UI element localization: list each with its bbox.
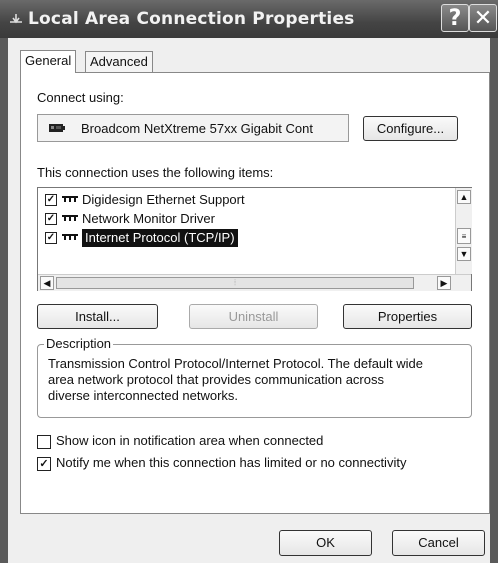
item-label: Network Monitor Driver: [82, 211, 215, 226]
items-label: This connection uses the following items…: [37, 165, 274, 180]
adapter-field: Broadcom NetXtreme 57xx Gigabit Cont: [37, 114, 349, 142]
description-group: Description Transmission Control Protoco…: [37, 336, 472, 418]
items-list[interactable]: ✓ Digidesign Ethernet Support ✓ Network …: [37, 187, 472, 291]
install-button[interactable]: Install...: [37, 304, 158, 329]
general-panel: Connect using: Broadcom NetXtreme 57xx G…: [20, 72, 490, 514]
cancel-label: Cancel: [418, 535, 459, 550]
dialog-window: Local Area Connection Properties ? ✕ Gen…: [0, 0, 498, 563]
scroll-up-icon[interactable]: ▲: [457, 190, 471, 204]
network-protocol-icon: [62, 196, 78, 202]
properties-label: Properties: [377, 309, 438, 324]
properties-button[interactable]: Properties: [343, 304, 472, 329]
adapter-name: Broadcom NetXtreme 57xx Gigabit Cont: [81, 121, 313, 136]
item-checkbox[interactable]: ✓: [45, 213, 57, 225]
close-icon: ✕: [473, 6, 493, 31]
configure-label: Configure...: [376, 121, 445, 136]
help-icon: ?: [448, 6, 462, 31]
dialog-client: General Advanced Connect using: Broadcom…: [8, 38, 490, 563]
configure-button[interactable]: Configure...: [363, 116, 458, 141]
show-icon-option[interactable]: Show icon in notification area when conn…: [37, 433, 467, 451]
cancel-button[interactable]: Cancel: [392, 530, 485, 556]
tab-advanced[interactable]: Advanced: [85, 51, 153, 72]
title-bar[interactable]: Local Area Connection Properties ? ✕: [0, 0, 498, 38]
horizontal-scroll-thumb[interactable]: ⦙: [56, 277, 414, 289]
show-icon-label: Show icon in notification area when conn…: [56, 433, 324, 448]
network-icon: [10, 14, 22, 24]
scroll-right-icon[interactable]: ▶: [437, 276, 451, 290]
notify-option[interactable]: ✓ Notify me when this connection has lim…: [37, 455, 467, 473]
description-legend: Description: [44, 336, 114, 351]
notify-label: Notify me when this connection has limit…: [56, 455, 407, 470]
item-checkbox[interactable]: ✓: [45, 232, 57, 244]
close-button[interactable]: ✕: [469, 4, 497, 32]
description-line: area network protocol that provides comm…: [48, 372, 384, 387]
description-text: Transmission Control Protocol/Internet P…: [48, 356, 423, 404]
ok-label: OK: [316, 535, 335, 550]
scroll-left-icon[interactable]: ◀: [40, 276, 54, 290]
connect-using-label: Connect using:: [37, 90, 124, 105]
help-button[interactable]: ?: [441, 4, 469, 32]
item-label-selected: Internet Protocol (TCP/IP): [82, 229, 238, 247]
description-line: Transmission Control Protocol/Internet P…: [48, 356, 424, 371]
scroll-thumb[interactable]: ≡: [457, 228, 471, 244]
tab-general[interactable]: General: [20, 50, 77, 73]
ok-button[interactable]: OK: [279, 530, 372, 556]
item-label: Digidesign Ethernet Support: [82, 192, 245, 207]
install-label: Install...: [75, 309, 120, 324]
notify-checkbox[interactable]: ✓: [37, 457, 51, 471]
vertical-scrollbar[interactable]: ▲ ≡ ▼: [455, 188, 472, 274]
uninstall-button[interactable]: Uninstall: [189, 304, 318, 329]
network-protocol-icon: [62, 234, 78, 240]
description-line: diverse interconnected networks.: [48, 388, 239, 403]
network-card-icon: [49, 124, 65, 132]
list-item[interactable]: ✓ Digidesign Ethernet Support: [38, 191, 453, 209]
window-title: Local Area Connection Properties: [28, 9, 355, 29]
uninstall-label: Uninstall: [228, 309, 279, 324]
show-icon-checkbox[interactable]: [37, 435, 51, 449]
network-protocol-icon: [62, 215, 78, 221]
list-item[interactable]: ✓ Internet Protocol (TCP/IP): [38, 229, 453, 247]
tab-label: General: [25, 53, 72, 68]
item-checkbox[interactable]: ✓: [45, 194, 57, 206]
horizontal-scrollbar[interactable]: ◀ ⦙ ▶: [38, 274, 471, 291]
tab-label: Advanced: [90, 54, 148, 69]
list-item[interactable]: ✓ Network Monitor Driver: [38, 210, 453, 228]
scroll-down-icon[interactable]: ▼: [457, 247, 471, 261]
